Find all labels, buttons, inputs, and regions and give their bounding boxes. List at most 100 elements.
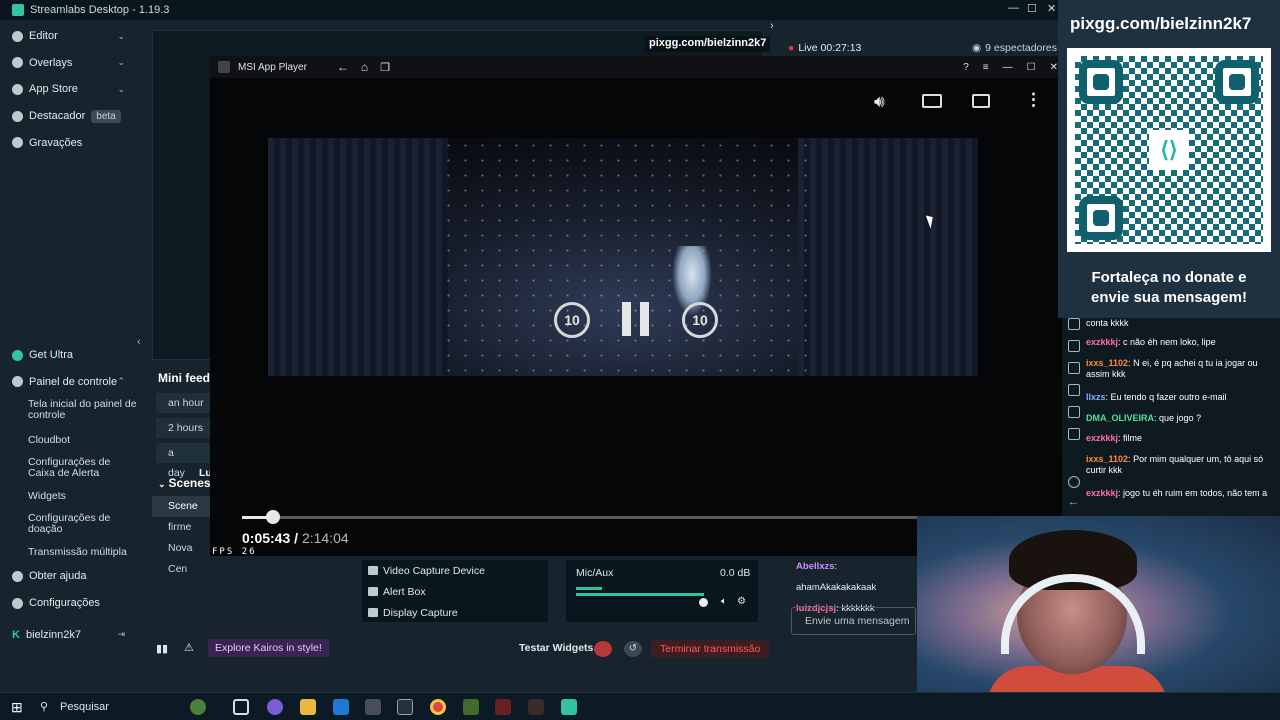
task-view-icon[interactable] [233,699,249,715]
chat-text: c não éh nem loko, lipe [1123,337,1216,347]
sidebar-item-app-store[interactable]: App Store ⌄ [0,76,137,103]
mod-tool-icon[interactable] [1068,340,1080,352]
back-arrow-icon[interactable]: ← [1068,496,1079,508]
donation-message: Fortaleça no donate e envie sua mensagem! [1068,268,1270,308]
scenes-title: ⌄ Scenes [152,474,211,496]
chevron-up-icon: ⌃ [117,376,125,387]
sidebar-subitem-alertbox[interactable]: Configurações de Caixa de Alerta [0,451,137,485]
gear-icon[interactable]: ⚙ [737,596,746,607]
source-item[interactable]: Display Capture [362,602,548,623]
scenes-panel: ⌄ Scenes Scene firme Nova Cen [152,474,211,575]
sidebar-subitem-multistream[interactable]: Transmissão múltipla [0,541,137,563]
cast-icon[interactable] [922,94,942,108]
chrome-icon[interactable] [430,699,446,715]
audience-silhouette [210,376,1062,496]
mini-feed-filter-day[interactable]: a day Lu [156,443,212,479]
close-icon[interactable]: ✕ [1050,62,1058,73]
stats-icon[interactable]: ▮▮ [156,642,168,655]
volume-slider-knob[interactable] [699,598,708,607]
seek-bar[interactable] [242,516,918,519]
scene-item[interactable]: Scene [152,496,210,517]
sidebar-item-dashboard[interactable]: Painel de controle ⌃ [0,369,137,396]
mod-tool-icon[interactable] [1068,318,1080,330]
back-icon[interactable]: ← [337,60,349,74]
alert-icon[interactable]: ⚠ [184,641,194,654]
maximize-button[interactable]: ☐ [1027,2,1037,15]
expand-panel-icon[interactable]: › [770,20,774,32]
replay-icon[interactable]: ↺ [624,641,642,657]
mod-tool-icon[interactable] [1068,362,1080,374]
beta-badge: beta [91,109,121,123]
chat-input[interactable]: Envie uma mensagem [791,607,916,635]
kick-logo-icon: K [12,628,20,641]
explore-kairos-banner[interactable]: Explore Kairos in style! [208,639,329,657]
sidebar-item-overlays[interactable]: Overlays ⌄ [0,50,137,77]
webcam-feed [917,516,1280,692]
file-explorer-icon[interactable] [300,699,316,715]
home-icon[interactable]: ⌂ [361,60,368,74]
sidebar: Editor ⌄ Overlays ⌄ App Store ⌄ Destacador b… [0,20,137,666]
logout-icon[interactable]: ⇥ [117,629,125,640]
sidebar-item-highlighter[interactable]: Destacador beta [0,103,137,130]
seek-knob[interactable] [266,510,280,524]
sidebar-subitem-dashboard-home[interactable]: Tela inicial do painel de controle [0,395,137,429]
app-titlebar: Streamlabs Desktop - 1.19.3 [0,0,1060,20]
captions-icon[interactable] [972,94,990,108]
scene-item[interactable]: firme [152,517,210,538]
copilot-icon[interactable] [267,699,283,715]
maximize-icon[interactable]: ☐ [1027,62,1036,73]
menu-icon[interactable]: ≡ [983,62,989,73]
scene-item[interactable]: Nova Cen [152,538,210,575]
end-stream-button[interactable]: Terminar transmissão [651,640,770,658]
record-icon[interactable] [594,641,612,657]
user-account[interactable]: Kbielzinn2k7 ⇥ [0,621,137,648]
minimize-button[interactable]: — [1008,2,1019,14]
volume-icon[interactable]: 🔊︎ [874,92,885,112]
pause-button[interactable] [622,302,650,336]
mini-feed-title: Mini feed [158,371,211,385]
speaker-icon[interactable]: 🔈︎ [721,596,727,607]
sidebar-item-get-ultra[interactable]: Get Ultra [0,342,137,369]
source-item[interactable]: Video Capture Device [362,560,548,581]
app-icon[interactable] [495,699,511,715]
chat-username: ixxs_1102 [1086,454,1129,464]
source-item[interactable]: Alert Box [362,581,548,602]
minecraft-icon[interactable] [463,699,479,715]
windows-start-icon[interactable]: ⊞ [11,699,23,716]
minimize-icon[interactable]: — [1003,62,1013,73]
sidebar-item-recordings[interactable]: Gravações [0,129,137,156]
outlook-icon[interactable] [333,699,349,715]
sidebar-subitem-donation[interactable]: Configurações de doação [0,507,137,541]
volume-slider-track[interactable] [576,593,704,596]
mini-feed-filter-2hours[interactable]: 2 hours [156,418,210,438]
close-button[interactable]: ✕ [1047,2,1056,15]
help-icon[interactable]: ? [963,62,969,73]
store-icon[interactable] [365,699,381,715]
sidebar-subitem-widgets[interactable]: Widgets [0,485,137,507]
terminal-app-icon[interactable] [397,699,413,715]
sidebar-item-label: Overlays [29,56,73,69]
chat-message: Abellxzs: ahamAkakakakaak [796,561,877,593]
audio-mixer: Mic/Aux 0.0 dB 🔈︎ ⚙ [566,560,758,622]
mod-tool-icon[interactable] [1068,384,1080,396]
mod-tool-icon[interactable] [1068,428,1080,440]
earth-widget-icon[interactable] [190,699,206,715]
sidebar-item-help[interactable]: Obter ajuda [0,563,137,590]
gear-icon[interactable] [1068,476,1080,488]
preview-url-banner: pixgg.com/bielzinn2k7 [645,36,771,52]
game-icon[interactable] [528,699,544,715]
search-label: Pesquisar [60,701,109,713]
viewer-count-text: 9 espectadores [985,42,1057,54]
recent-apps-icon[interactable]: ❐ [380,61,390,74]
mod-tool-icon[interactable] [1068,406,1080,418]
sidebar-item-editor[interactable]: Editor ⌄ [0,23,137,50]
player-logo-icon [218,61,230,73]
sidebar-item-settings[interactable]: Configurações [0,590,137,617]
mini-feed-filter-hour[interactable]: an hour [156,393,210,413]
rewind-10-button[interactable]: 10 [554,302,590,338]
sidebar-subitem-cloudbot[interactable]: Cloudbot [0,429,137,451]
collapse-sidebar-icon[interactable]: ‹ [137,336,141,348]
more-options-icon[interactable]: ⋮ [1025,90,1042,110]
streamlabs-taskbar-icon[interactable] [561,699,577,715]
forward-10-button[interactable]: 10 [682,302,718,338]
